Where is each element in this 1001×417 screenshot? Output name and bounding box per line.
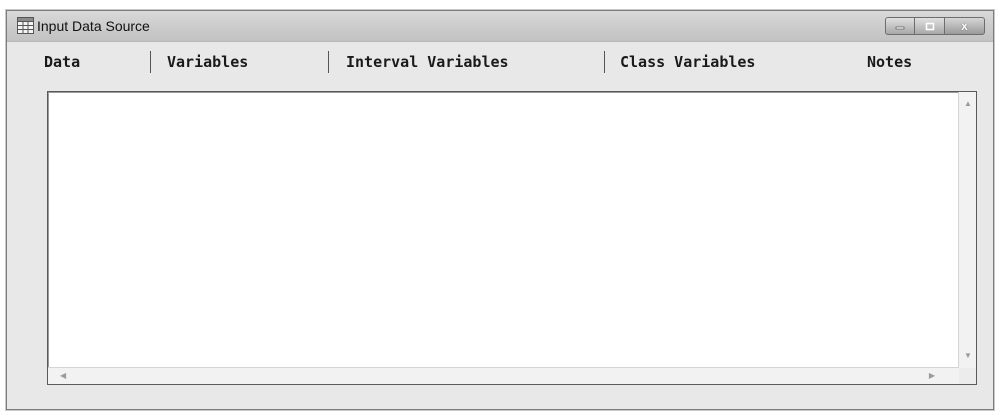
window-title: Input Data Source: [37, 18, 150, 34]
tab-variables[interactable]: Variables: [167, 53, 248, 71]
vertical-scrollbar[interactable]: ▲ ▼: [958, 92, 976, 368]
input-data-source-window: Input Data Source x Data Variables Inter…: [6, 10, 994, 410]
tab-notes[interactable]: Notes: [867, 53, 912, 71]
tab-separator: [150, 51, 151, 73]
minimize-button[interactable]: [885, 17, 915, 35]
tab-interval-variables[interactable]: Interval Variables: [346, 53, 509, 71]
window-controls: x: [885, 17, 985, 35]
scroll-left-icon[interactable]: ◀: [60, 372, 66, 380]
horizontal-scrollbar[interactable]: ◀ ▶: [48, 367, 959, 384]
scroll-up-icon[interactable]: ▲: [964, 100, 972, 108]
tab-bar: Data Variables Interval Variables Class …: [7, 41, 993, 83]
title-bar[interactable]: Input Data Source x: [7, 11, 993, 42]
tab-separator: [604, 51, 605, 73]
close-icon: x: [961, 19, 968, 33]
tab-separator: [328, 51, 329, 73]
scroll-right-icon[interactable]: ▶: [929, 372, 935, 380]
app-table-icon: [17, 17, 34, 34]
content-panel[interactable]: ▲ ▼ ◀ ▶: [47, 91, 977, 385]
maximize-icon: [925, 22, 934, 30]
close-button[interactable]: x: [945, 17, 985, 35]
maximize-button[interactable]: [915, 17, 945, 35]
tab-class-variables[interactable]: Class Variables: [620, 53, 755, 71]
scroll-down-icon[interactable]: ▼: [964, 352, 972, 360]
scrollbar-corner: [959, 368, 976, 384]
minimize-icon: [895, 26, 905, 30]
tab-data[interactable]: Data: [44, 53, 80, 71]
